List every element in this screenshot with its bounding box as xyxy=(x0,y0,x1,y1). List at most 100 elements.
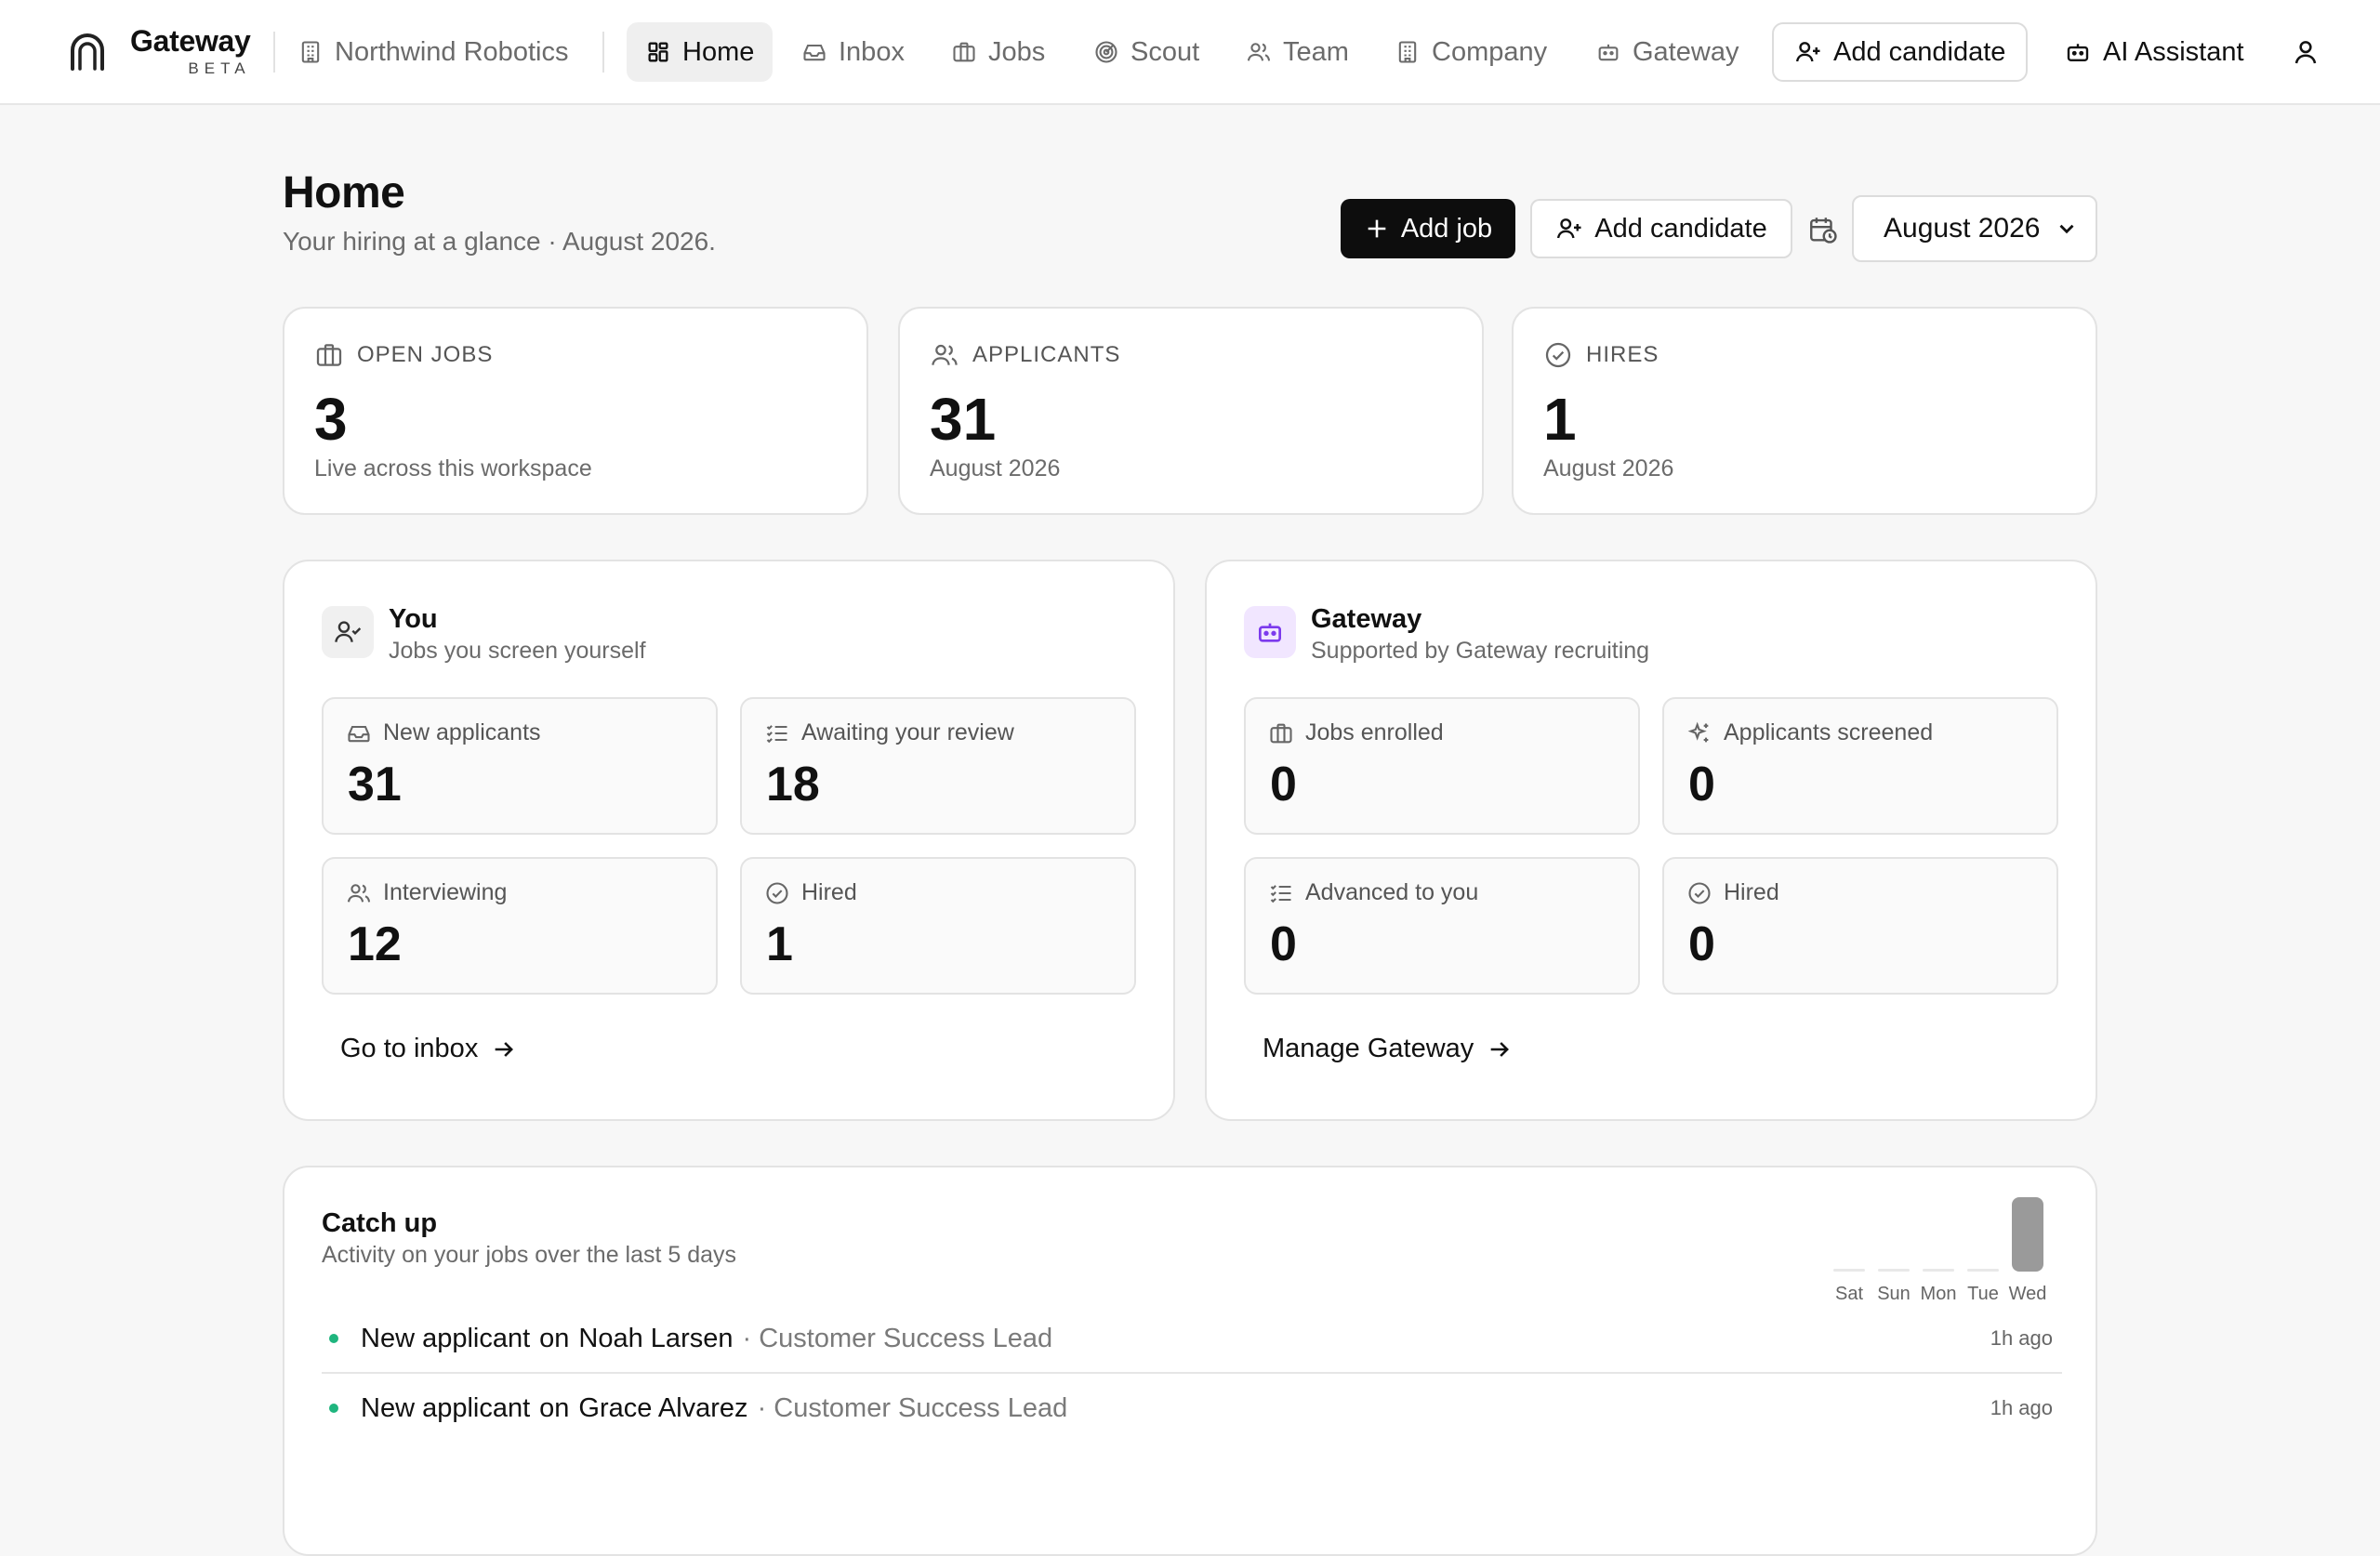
grid-icon xyxy=(648,42,668,62)
nav-team[interactable]: Team xyxy=(1227,22,1368,82)
user-plus-icon xyxy=(1795,42,1820,62)
arrow-right-icon xyxy=(1490,1041,1510,1057)
bot-icon xyxy=(1598,44,1619,61)
activity-row[interactable]: New applicant on Grace Alvarez · Custome… xyxy=(322,1374,2062,1443)
add-candidate-nav-button[interactable]: Add candidate xyxy=(1772,22,2029,82)
metric-value: 12 xyxy=(348,917,402,971)
month-select-value: August 2026 xyxy=(1884,213,2041,244)
workspace-switcher[interactable]: Northwind Robotics xyxy=(279,22,587,82)
stat-value: 1 xyxy=(1543,386,1577,453)
stat-card-applicants: APPLICANTS 31 August 2026 xyxy=(898,307,1484,515)
metric-label: Awaiting your review xyxy=(801,719,1014,745)
metric-header: Awaiting your review xyxy=(764,719,1014,746)
inbox-icon xyxy=(803,44,826,61)
activity-connector: on xyxy=(539,1392,570,1423)
nav-scout-label: Scout xyxy=(1130,36,1200,67)
metric-awaiting-review[interactable]: Awaiting your review 18 xyxy=(740,697,1136,835)
nav-jobs[interactable]: Jobs xyxy=(932,22,1064,82)
brand[interactable]: Gateway BETA xyxy=(130,24,251,78)
check-circle-icon xyxy=(1688,881,1711,904)
user-profile-icon[interactable] xyxy=(2291,37,2320,67)
activity-time: 1h ago xyxy=(1990,1396,2053,1419)
building-icon xyxy=(301,41,320,63)
briefcase-icon xyxy=(1270,723,1292,743)
metric-label: Interviewing xyxy=(383,879,508,905)
manage-gateway-link[interactable]: Manage Gateway xyxy=(1263,1034,1513,1064)
panel-icon-badge xyxy=(1244,606,1296,658)
metric-value: 0 xyxy=(1688,917,1715,971)
building-icon xyxy=(1398,41,1417,63)
page-title: Home xyxy=(283,168,405,218)
nav-scout[interactable]: Scout xyxy=(1075,22,1218,82)
sparkline-bar-wed xyxy=(2012,1197,2043,1272)
panel-title: Gateway xyxy=(1311,604,1422,634)
nav-inbox-label: Inbox xyxy=(839,36,905,67)
list-check-icon xyxy=(1270,884,1291,903)
metric-hired[interactable]: Hired 1 xyxy=(740,857,1136,995)
metric-value: 18 xyxy=(766,758,820,811)
metric-interviewing[interactable]: Interviewing 12 xyxy=(322,857,718,995)
stat-value: 31 xyxy=(930,386,997,453)
ai-assistant-button[interactable]: AI Assistant xyxy=(2042,22,2267,82)
gateway-panel: Gateway Supported by Gateway recruiting … xyxy=(1205,560,2097,1121)
add-job-label: Add job xyxy=(1400,213,1493,244)
ai-assistant-label: AI Assistant xyxy=(2103,36,2244,67)
users-icon xyxy=(1247,43,1271,61)
activity-job: · Customer Success Lead xyxy=(757,1392,1068,1423)
inbox-icon xyxy=(348,725,370,742)
divider xyxy=(602,32,604,73)
metric-header: Hired xyxy=(764,879,857,906)
sparkline-day-label: Sun xyxy=(1877,1284,1911,1304)
gateway-logo-icon[interactable] xyxy=(67,32,108,73)
user-plus-icon xyxy=(1557,218,1581,239)
sparkline-bar-sun xyxy=(1878,1197,1910,1272)
metric-gateway-hired[interactable]: Hired 0 xyxy=(1662,857,2058,995)
workspace-name: Northwind Robotics xyxy=(335,36,569,67)
calendar-clock-icon[interactable] xyxy=(1807,214,1839,245)
activity-candidate: Noah Larsen xyxy=(578,1323,734,1353)
nav-company-label: Company xyxy=(1432,36,1548,67)
stat-label: APPLICANTS xyxy=(972,342,1121,367)
sparkles-icon xyxy=(1687,721,1709,742)
nav-company[interactable]: Company xyxy=(1376,22,1566,82)
activity-row[interactable]: New applicant on Noah Larsen · Customer … xyxy=(322,1305,2062,1374)
sparkline-bar-fill xyxy=(1923,1269,1954,1272)
divider xyxy=(273,32,275,73)
nav-inbox[interactable]: Inbox xyxy=(783,22,923,82)
panel-subtitle: Jobs you screen yourself xyxy=(389,638,646,664)
metric-value: 0 xyxy=(1270,758,1297,811)
metric-label: Hired xyxy=(801,879,857,905)
metric-new-applicants[interactable]: New applicants 31 xyxy=(322,697,718,835)
activity-time: 1h ago xyxy=(1990,1326,2053,1350)
sparkline-bar-tue xyxy=(1967,1197,1999,1272)
stat-caption: Live across this workspace xyxy=(314,455,592,481)
plus-icon xyxy=(1368,219,1386,238)
target-icon xyxy=(1095,41,1117,63)
bot-icon xyxy=(1259,623,1281,642)
metric-jobs-enrolled[interactable]: Jobs enrolled 0 xyxy=(1244,697,1640,835)
brand-name: Gateway xyxy=(130,24,251,58)
metric-header: Applicants screened xyxy=(1686,719,1933,746)
nav-home[interactable]: Home xyxy=(627,22,774,82)
metric-applicants-screened[interactable]: Applicants screened 0 xyxy=(1662,697,2058,835)
stat-caption: August 2026 xyxy=(930,455,1061,481)
stat-card-hires: HIRES 1 August 2026 xyxy=(1512,307,2097,515)
go-to-inbox-link[interactable]: Go to inbox xyxy=(340,1034,517,1064)
bot-icon xyxy=(2067,44,2089,61)
month-select[interactable]: August 2026 xyxy=(1852,195,2097,262)
panel-title: You xyxy=(389,604,438,634)
sparkline-day-label: Wed xyxy=(2008,1284,2047,1304)
briefcase-icon xyxy=(953,42,975,62)
catch-up-subtitle: Activity on your jobs over the last 5 da… xyxy=(322,1242,737,1268)
nav-home-label: Home xyxy=(682,36,755,67)
metric-advanced-to-you[interactable]: Advanced to you 0 xyxy=(1244,857,1640,995)
add-candidate-button[interactable]: Add candidate xyxy=(1530,199,1792,258)
metric-label: Applicants screened xyxy=(1724,719,1934,745)
sparkline-day-label: Mon xyxy=(1920,1284,1957,1304)
stat-label: HIRES xyxy=(1586,342,1659,367)
add-job-button[interactable]: Add job xyxy=(1341,199,1515,258)
arrow-right-icon xyxy=(495,1041,514,1057)
nav-gateway[interactable]: Gateway xyxy=(1577,22,1757,82)
sparkline-bar-fill xyxy=(1967,1269,1999,1272)
catch-up-title: Catch up xyxy=(322,1208,438,1238)
